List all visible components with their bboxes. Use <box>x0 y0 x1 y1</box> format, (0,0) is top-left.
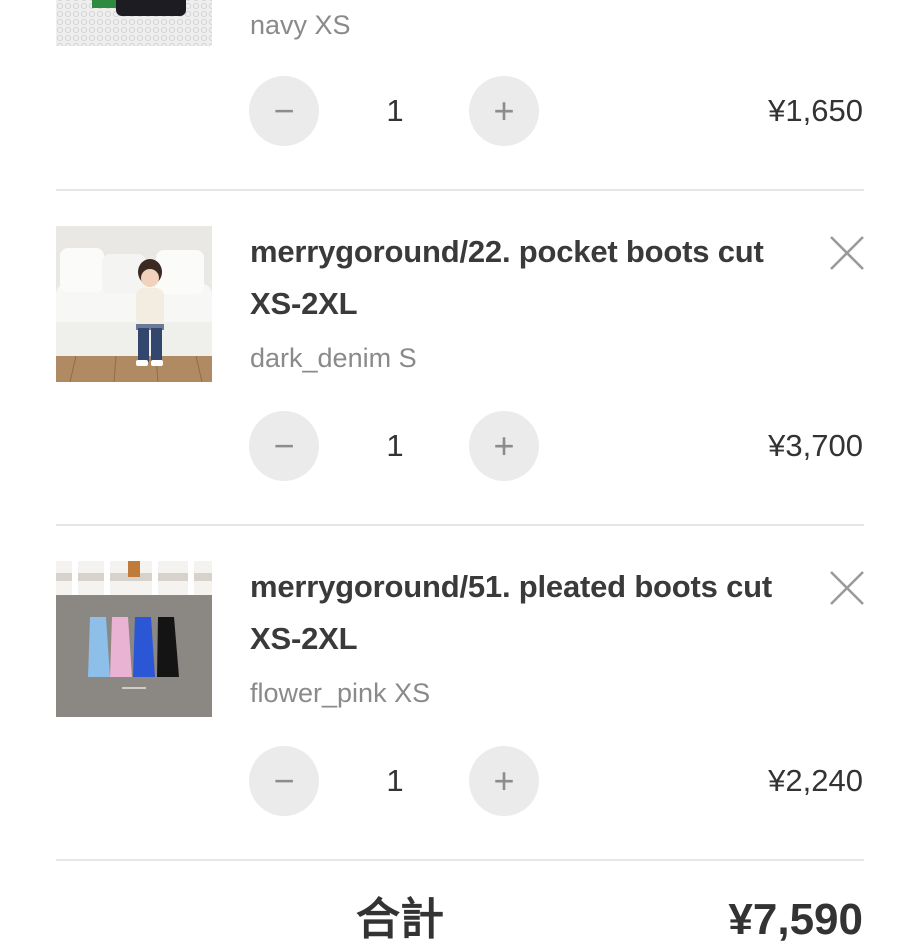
item-thumbnail[interactable] <box>56 561 212 717</box>
subtotal-value: ¥7,590 <box>728 895 863 944</box>
plus-icon: + <box>493 760 515 801</box>
plus-icon: + <box>493 90 515 131</box>
item-variant: navy XS <box>250 10 351 40</box>
close-icon <box>830 571 864 605</box>
increase-quantity-button[interactable]: + <box>469 76 539 146</box>
item-title[interactable]: merrygoround/22. pocket boots cut XS-2XL <box>250 226 810 330</box>
item-variant: dark_denim S <box>250 343 417 373</box>
product-photo-icon <box>56 0 212 46</box>
minus-icon: − <box>273 425 295 466</box>
item-title-line: XS-2XL <box>250 621 358 656</box>
minus-icon: − <box>273 90 295 131</box>
decrease-quantity-button[interactable]: − <box>249 411 319 481</box>
minus-icon: − <box>273 760 295 801</box>
item-thumbnail[interactable] <box>56 0 212 46</box>
item-thumbnail[interactable] <box>56 226 212 382</box>
plus-icon: + <box>493 425 515 466</box>
item-divider <box>56 524 864 526</box>
decrease-quantity-button[interactable]: − <box>249 746 319 816</box>
quantity-value: 1 <box>386 93 404 128</box>
quantity-value: 1 <box>386 763 404 798</box>
increase-quantity-button[interactable]: + <box>469 746 539 816</box>
product-photo-icon <box>56 226 212 382</box>
item-variant: flower_pink XS <box>250 678 431 708</box>
item-divider <box>56 189 864 191</box>
subtotal-label: 合計 <box>356 895 444 944</box>
item-title-line: XS-2XL <box>250 286 358 321</box>
item-price: ¥1,650 <box>768 93 863 128</box>
item-title-line: merrygoround/22. pocket boots cut <box>250 234 764 269</box>
item-price: ¥3,700 <box>768 428 863 463</box>
item-price: ¥2,240 <box>768 763 863 798</box>
item-divider <box>56 859 864 861</box>
remove-item-button[interactable] <box>828 569 866 607</box>
item-title[interactable]: merrygoround/51. pleated boots cut XS-2X… <box>250 561 810 665</box>
product-photo-icon <box>56 561 212 717</box>
item-title-line: merrygoround/51. pleated boots cut <box>250 569 773 604</box>
quantity-value: 1 <box>386 428 404 463</box>
increase-quantity-button[interactable]: + <box>469 411 539 481</box>
decrease-quantity-button[interactable]: − <box>249 76 319 146</box>
close-icon <box>830 236 864 270</box>
remove-item-button[interactable] <box>828 234 866 272</box>
